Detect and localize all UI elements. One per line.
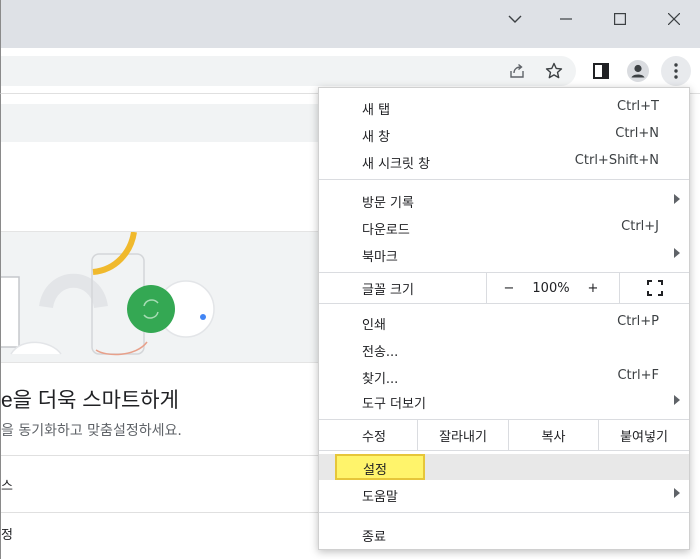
title-bar [0, 0, 700, 48]
menu-separator [319, 303, 689, 304]
menu-item-label: 도구 더보기 [362, 397, 426, 412]
menu-item-label: 도움말 [362, 490, 398, 505]
minimize-button[interactable] [539, 0, 593, 38]
side-panel-button[interactable] [586, 56, 616, 86]
maximize-icon [614, 13, 626, 25]
settings-highlight-box[interactable]: 설정 [335, 454, 425, 480]
menu-separator [319, 179, 689, 180]
share-button[interactable] [502, 56, 532, 86]
zoom-label: 글꼴 크기 [362, 282, 414, 298]
menu-item-downloads[interactable]: 다운로드 Ctrl+J [319, 214, 689, 240]
chevron-down-icon [508, 15, 522, 23]
chrome-main-menu: 새 탭 Ctrl+T 새 창 Ctrl+N 새 시크릿 창 Ctrl+Shift… [318, 87, 690, 550]
menu-item-more-tools[interactable]: 도구 더보기 [319, 388, 689, 414]
minimize-icon [560, 18, 572, 20]
menu-separator [319, 512, 689, 513]
menu-item-new-window[interactable]: 새 창 Ctrl+N [319, 121, 689, 147]
menu-item-bookmarks[interactable]: 북마크 [319, 241, 689, 267]
page-divider [1, 512, 331, 513]
menu-item-shortcut: Ctrl+T [617, 99, 659, 114]
sync-illustration-graphic [1, 231, 215, 356]
close-window-button[interactable] [647, 0, 700, 38]
menu-item-label: 새 탭 [362, 103, 391, 118]
menu-item-label: 전송... [362, 345, 399, 360]
menu-item-label: 새 시크릿 창 [362, 157, 431, 172]
page-banner [1, 104, 331, 142]
menu-item-label: 인쇄 [362, 318, 386, 333]
settings-label: 설정 [363, 463, 387, 478]
menu-item-history[interactable]: 방문 기록 [319, 187, 689, 213]
sync-subheading: 을 동기화하고 맞춤설정하세요. [1, 423, 182, 439]
more-vert-icon [674, 63, 678, 79]
submenu-arrow-icon [674, 248, 680, 258]
menu-item-label: 종료 [362, 530, 386, 545]
profile-button[interactable] [623, 56, 653, 86]
maximize-button[interactable] [593, 0, 647, 38]
sync-heading: e을 더욱 스마트하게 [1, 389, 179, 412]
bookmark-star-button[interactable] [539, 56, 569, 86]
fullscreen-button[interactable] [620, 273, 689, 303]
menu-item-label: 북마크 [362, 250, 398, 265]
profile-icon [627, 60, 649, 82]
menu-item-exit[interactable]: 종료 [319, 521, 689, 547]
menu-item-new-incognito-window[interactable]: 새 시크릿 창 Ctrl+Shift+N [319, 148, 689, 174]
menu-item-label: 방문 기록 [362, 196, 414, 211]
menu-separator [319, 450, 689, 451]
submenu-arrow-icon [674, 395, 680, 405]
menu-item-shortcut: Ctrl+Shift+N [574, 153, 659, 168]
close-icon [668, 13, 680, 25]
submenu-arrow-icon [674, 194, 680, 204]
menu-item-cast[interactable]: 전송... [319, 336, 689, 362]
edit-label: 수정 [362, 429, 386, 445]
menu-item-label: 다운로드 [362, 223, 410, 238]
menu-item-shortcut: Ctrl+N [615, 126, 659, 141]
menu-item-shortcut: Ctrl+P [617, 314, 659, 329]
edit-row: 수정 잘라내기 복사 붙여넣기 [319, 420, 689, 450]
zoom-row: 글꼴 크기 − 100% + [319, 273, 689, 303]
more-menu-button[interactable] [661, 56, 691, 86]
menu-item-print[interactable]: 인쇄 Ctrl+P [319, 309, 689, 335]
star-icon [545, 62, 563, 79]
menu-item-help[interactable]: 도움말 [319, 481, 689, 507]
menu-item-find[interactable]: 찾기... Ctrl+F [319, 363, 689, 389]
share-icon [510, 63, 524, 78]
zoom-out-button[interactable]: − [487, 273, 531, 303]
page-row-1[interactable]: 스 [1, 475, 13, 494]
menu-item-shortcut: Ctrl+F [617, 368, 659, 383]
side-panel-icon [593, 63, 609, 79]
sync-illustration [1, 231, 331, 363]
address-bar[interactable] [1, 56, 576, 86]
paste-button[interactable]: 붙여넣기 [599, 420, 689, 450]
page-divider [1, 455, 331, 456]
zoom-level: 100% [532, 280, 570, 296]
menu-item-label: 찾기... [362, 372, 399, 387]
menu-item-shortcut: Ctrl+J [621, 219, 659, 234]
copy-button[interactable]: 복사 [509, 420, 598, 450]
fullscreen-icon [646, 280, 663, 296]
submenu-arrow-icon [674, 488, 680, 498]
tab-search-button[interactable] [488, 0, 542, 38]
page-row-2[interactable]: 정 [1, 524, 13, 543]
menu-item-label: 새 창 [362, 130, 391, 145]
cut-button[interactable]: 잘라내기 [418, 420, 508, 450]
menu-item-new-tab[interactable]: 새 탭 Ctrl+T [319, 94, 689, 120]
zoom-in-button[interactable]: + [571, 273, 615, 303]
